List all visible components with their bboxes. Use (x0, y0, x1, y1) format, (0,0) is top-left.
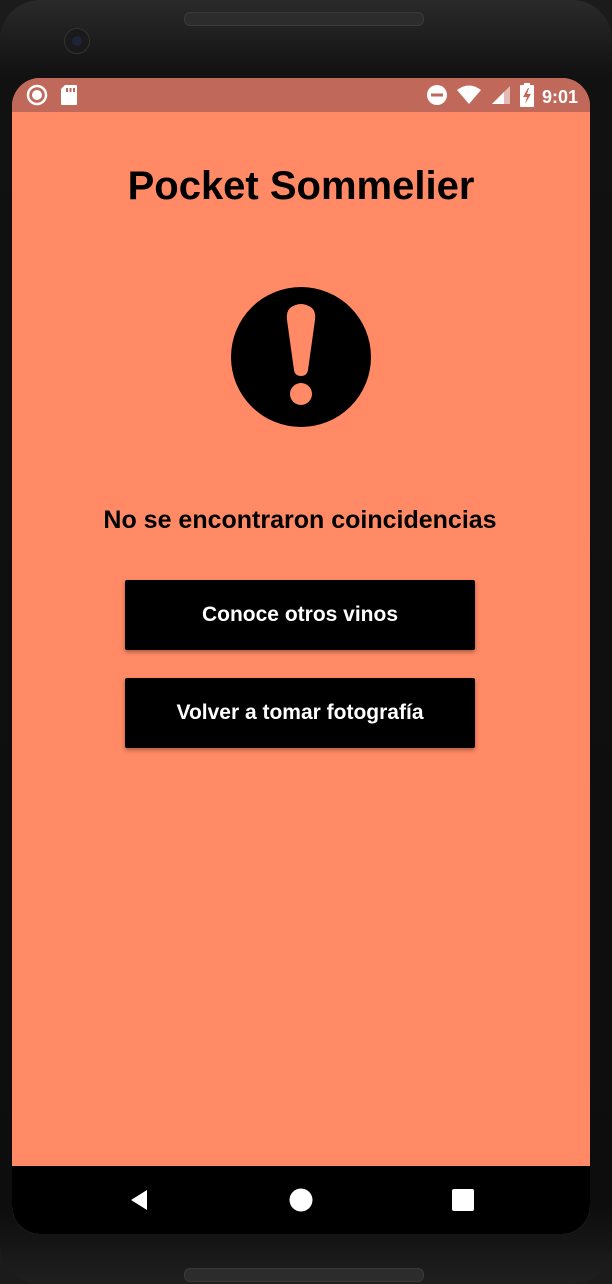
no-match-message: No se encontraron coincidencias (103, 506, 497, 534)
do-not-disturb-icon (426, 84, 448, 111)
top-speaker (184, 12, 424, 26)
exclamation-circle-icon (231, 287, 371, 427)
app-content: Pocket Sommelier No se encontraron coinc… (12, 112, 590, 1166)
sd-card-icon (60, 84, 78, 111)
navigation-bar (12, 1166, 590, 1234)
record-icon (26, 84, 48, 111)
retake-photo-label: Volver a tomar fotografía (176, 701, 424, 724)
battery-charging-icon (519, 83, 534, 112)
status-time: 9:01 (541, 87, 578, 107)
explore-wines-label: Conoce otros vinos (201, 603, 399, 626)
signal-icon (490, 84, 512, 111)
retake-photo-button[interactable]: Volver a tomar fotografía (125, 678, 475, 748)
front-camera (64, 28, 90, 54)
bottom-speaker (184, 1268, 424, 1282)
status-bar: 9:01 (12, 78, 590, 112)
screen: 9:01 Pocket Sommelier No se encontraron … (12, 78, 590, 1234)
explore-wines-button[interactable]: Conoce otros vinos (125, 580, 475, 650)
wifi-icon (456, 84, 482, 111)
app-title: Pocket Sommelier (127, 164, 475, 208)
back-icon[interactable] (127, 1188, 151, 1212)
device-frame: 9:01 Pocket Sommelier No se encontraron … (0, 0, 612, 1284)
recents-icon[interactable] (452, 1189, 474, 1211)
home-icon[interactable] (289, 1188, 313, 1212)
